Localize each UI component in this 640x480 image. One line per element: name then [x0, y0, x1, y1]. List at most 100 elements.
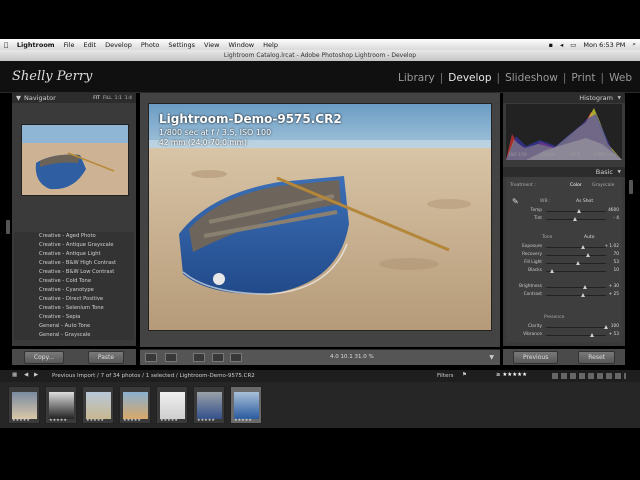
- loupe-view-icon[interactable]: [145, 353, 157, 362]
- before-after-icon[interactable]: [165, 353, 177, 362]
- preset-item[interactable]: Creative - Aged Photo: [14, 232, 134, 241]
- slider-track[interactable]: [546, 333, 606, 337]
- slider-track[interactable]: [546, 253, 606, 257]
- left-panel-toggle[interactable]: [6, 220, 10, 234]
- filmstrip-thumbnail[interactable]: ★★★★★: [8, 386, 40, 424]
- slider-fill-light[interactable]: Fill Light 53: [506, 259, 622, 267]
- preset-item[interactable]: Creative - Antique Light: [14, 250, 134, 259]
- preset-item[interactable]: General - Auto Tone: [14, 322, 134, 331]
- slider-knob[interactable]: [581, 293, 586, 297]
- preset-item[interactable]: Creative - B&W Low Contrast: [14, 268, 134, 277]
- menu-photo[interactable]: Photo: [141, 41, 160, 49]
- navigator-preview[interactable]: [21, 124, 129, 196]
- treatment-color[interactable]: Color: [570, 183, 582, 188]
- preset-item[interactable]: Creative - Cyanotype: [14, 286, 134, 295]
- slider-tint[interactable]: Tint - 4: [506, 215, 622, 223]
- redeye-tool-icon[interactable]: [212, 353, 224, 362]
- menu-lightroom[interactable]: Lightroom: [17, 41, 55, 49]
- filmstrip-thumbnail[interactable]: ★★★★★: [82, 386, 114, 424]
- forward-arrow-icon[interactable]: ▶: [34, 372, 38, 378]
- paste-button[interactable]: Paste: [87, 350, 125, 364]
- module-develop[interactable]: Develop: [448, 72, 491, 84]
- slider-brightness[interactable]: Brightness + 30: [506, 283, 622, 291]
- slider-knob[interactable]: [572, 217, 577, 221]
- slider-knob[interactable]: [581, 245, 586, 249]
- slider-track[interactable]: [546, 293, 606, 297]
- slider-track[interactable]: [546, 325, 608, 329]
- slider-temp[interactable]: Temp 4600: [506, 207, 622, 215]
- menu-help[interactable]: Help: [263, 41, 278, 49]
- module-print[interactable]: Print: [571, 72, 595, 84]
- flag-icon[interactable]: ▪: [549, 41, 553, 49]
- menu-edit[interactable]: Edit: [83, 41, 96, 49]
- copy-button[interactable]: Copy...: [23, 350, 65, 364]
- reset-button[interactable]: Reset: [578, 350, 616, 364]
- collapse-triangle-icon[interactable]: ▼: [618, 96, 621, 101]
- filmstrip-source[interactable]: Previous Import / 7 of 34 photos / 1 sel…: [52, 373, 255, 379]
- flag-filter-icon[interactable]: ⚑: [462, 372, 467, 378]
- basic-header[interactable]: Basic ▼: [503, 167, 625, 177]
- battery-icon[interactable]: ▭: [570, 41, 576, 49]
- filmstrip-thumbnail[interactable]: ★★★★★: [45, 386, 77, 424]
- wb-eyedropper-icon[interactable]: ✎: [512, 197, 519, 206]
- color-label-filters[interactable]: [552, 373, 626, 379]
- slider-blacks[interactable]: Blacks 10: [506, 267, 622, 275]
- slider-knob[interactable]: [604, 325, 608, 329]
- right-panel-toggle[interactable]: [629, 180, 633, 194]
- preset-item[interactable]: Creative - Cold Tone: [14, 277, 134, 286]
- slider-knob[interactable]: [589, 333, 594, 337]
- crop-tool-icon[interactable]: [193, 353, 205, 362]
- navigator-header[interactable]: ▼ Navigator FIT FILL 1:1 1:4: [12, 93, 136, 103]
- wb-value[interactable]: As Shot: [576, 199, 593, 204]
- preset-item[interactable]: Creative - Direct Positive: [14, 295, 134, 304]
- previous-button[interactable]: Previous: [512, 350, 559, 364]
- collapse-triangle-icon[interactable]: ▼: [16, 94, 21, 102]
- menu-develop[interactable]: Develop: [105, 41, 132, 49]
- slider-track[interactable]: [546, 217, 606, 221]
- slider-knob[interactable]: [575, 261, 580, 265]
- apple-menu-icon[interactable]: : [4, 41, 8, 49]
- filmstrip-thumbnail[interactable]: ★★★★★: [119, 386, 151, 424]
- slider-track[interactable]: [546, 285, 606, 289]
- slider-track[interactable]: [546, 269, 606, 273]
- slider-knob[interactable]: [550, 269, 554, 273]
- grid-view-icon[interactable]: ▦: [12, 372, 17, 378]
- slider-contrast[interactable]: Contrast + 25: [506, 291, 622, 299]
- preset-item[interactable]: Creative - Antique Grayscale: [14, 241, 134, 250]
- auto-tone-button[interactable]: Auto: [584, 235, 594, 240]
- module-slideshow[interactable]: Slideshow: [505, 72, 558, 84]
- collapse-triangle-icon[interactable]: ▼: [618, 170, 621, 175]
- histogram-header[interactable]: Histogram ▼: [503, 93, 625, 103]
- slider-recovery[interactable]: Recovery 70: [506, 251, 622, 259]
- slider-track[interactable]: [546, 209, 606, 213]
- slider-exposure[interactable]: Exposure + 1.02: [506, 243, 622, 251]
- slider-vibrance[interactable]: Vibrance + 53: [506, 331, 622, 339]
- spotlight-icon[interactable]: ⌕: [632, 40, 636, 49]
- slider-clarity[interactable]: Clarity 100: [506, 323, 622, 331]
- navigator-zoom-options[interactable]: FIT FILL 1:1 1:4: [93, 96, 132, 101]
- toolbar-menu-icon[interactable]: ▼: [489, 354, 494, 361]
- filmstrip-thumbnail[interactable]: ★★★★★: [193, 386, 225, 424]
- rating-filter[interactable]: ≥ ★★★★★: [496, 372, 527, 378]
- module-library[interactable]: Library: [398, 72, 435, 84]
- adjustment-brush-icon[interactable]: [230, 353, 242, 362]
- preset-item[interactable]: Creative - Selenium Tone: [14, 304, 134, 313]
- back-arrow-icon[interactable]: ◀: [24, 372, 28, 378]
- slider-track[interactable]: [546, 261, 606, 265]
- preset-item[interactable]: Creative - Sepia: [14, 313, 134, 322]
- preset-item[interactable]: General - Grayscale: [14, 331, 134, 340]
- slider-track[interactable]: [546, 245, 606, 249]
- slider-knob[interactable]: [583, 285, 587, 289]
- main-photo[interactable]: Lightroom-Demo-9575.CR2 1/800 sec at f /…: [148, 103, 492, 331]
- clock[interactable]: Mon 6:53 PM: [583, 41, 625, 49]
- preset-item[interactable]: Creative - B&W High Contrast: [14, 259, 134, 268]
- menu-settings[interactable]: Settings: [168, 41, 195, 49]
- volume-icon[interactable]: ◂: [560, 41, 563, 49]
- treatment-grayscale[interactable]: Grayscale: [592, 183, 614, 188]
- menu-file[interactable]: File: [64, 41, 75, 49]
- slider-knob[interactable]: [577, 209, 581, 213]
- menu-view[interactable]: View: [204, 41, 219, 49]
- module-web[interactable]: Web: [609, 72, 632, 84]
- menu-window[interactable]: Window: [228, 41, 254, 49]
- filmstrip-thumbnail[interactable]: ★★★★★: [156, 386, 188, 424]
